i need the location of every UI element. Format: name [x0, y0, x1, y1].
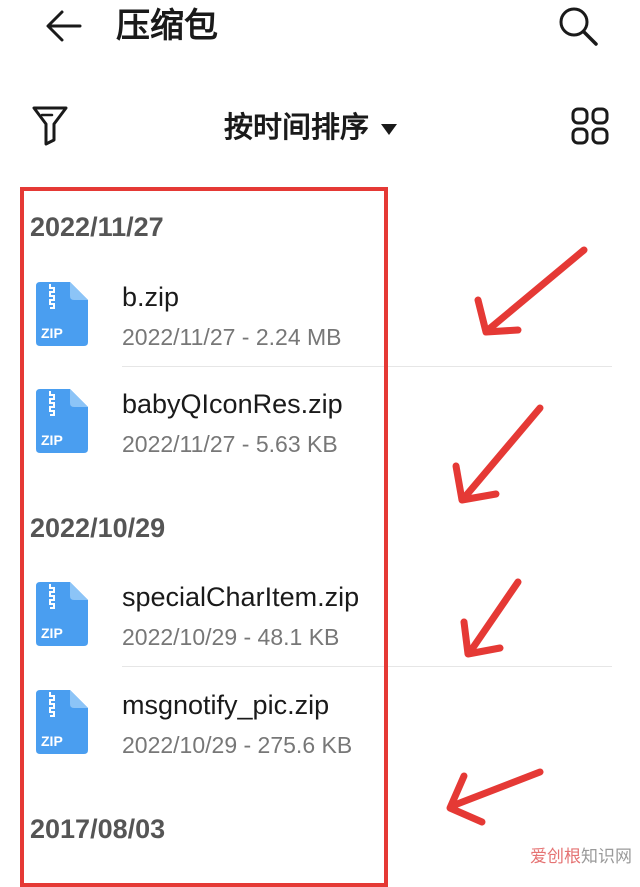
watermark: 爱创根知识网	[530, 847, 632, 866]
annotation-arrow	[446, 246, 588, 826]
